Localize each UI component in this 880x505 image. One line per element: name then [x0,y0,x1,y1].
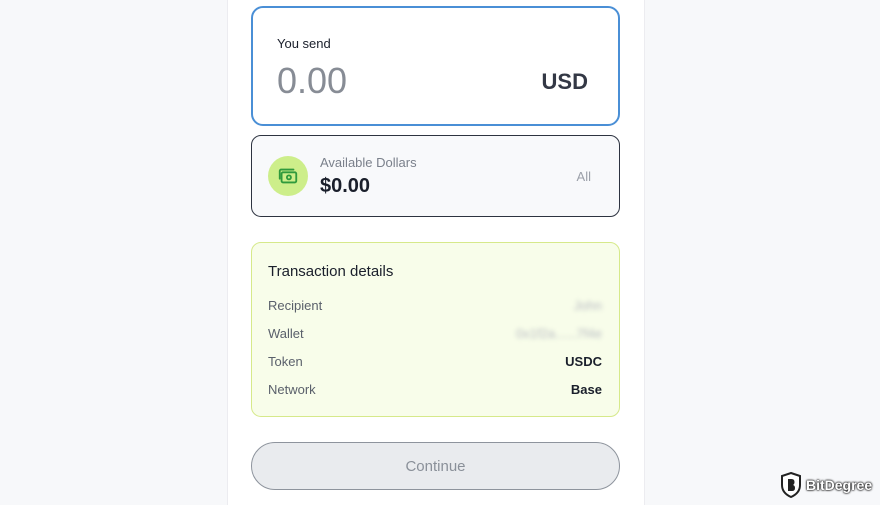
detail-value-wallet: 0x1f2a......7f4e [515,326,602,341]
detail-row-network: Network Base [268,382,602,400]
detail-value-recipient: John [573,298,602,313]
available-dollars-value: $0.00 [320,175,371,197]
available-dollars-label: Available Dollars [320,155,417,170]
send-label: You send [277,36,331,51]
send-amount-card[interactable]: You send USD [251,6,620,126]
available-balance-card: Available Dollars $0.00 All [251,135,620,217]
transaction-details-title: Transaction details [268,263,394,280]
bitdegree-logo-icon [781,472,801,498]
detail-row-wallet: Wallet 0x1f2a......7f4e [268,326,602,344]
detail-key: Wallet [268,326,304,341]
detail-value-token: USDC [565,354,602,369]
currency-label: USD [541,69,588,94]
wallet-cash-icon [268,156,308,196]
detail-key: Network [268,382,316,397]
continue-button[interactable]: Continue [251,442,620,490]
amount-input[interactable] [277,60,477,102]
detail-row-token: Token USDC [268,354,602,372]
detail-key: Recipient [268,298,323,313]
transaction-details-card: Transaction details Recipient John Walle… [251,242,620,417]
detail-row-recipient: Recipient John [268,298,602,316]
all-button[interactable]: All [577,169,591,184]
detail-key: Token [268,354,303,369]
detail-value-network: Base [570,382,602,397]
bitdegree-watermark: BitDegree [780,470,872,500]
watermark-text: BitDegree [806,477,873,493]
